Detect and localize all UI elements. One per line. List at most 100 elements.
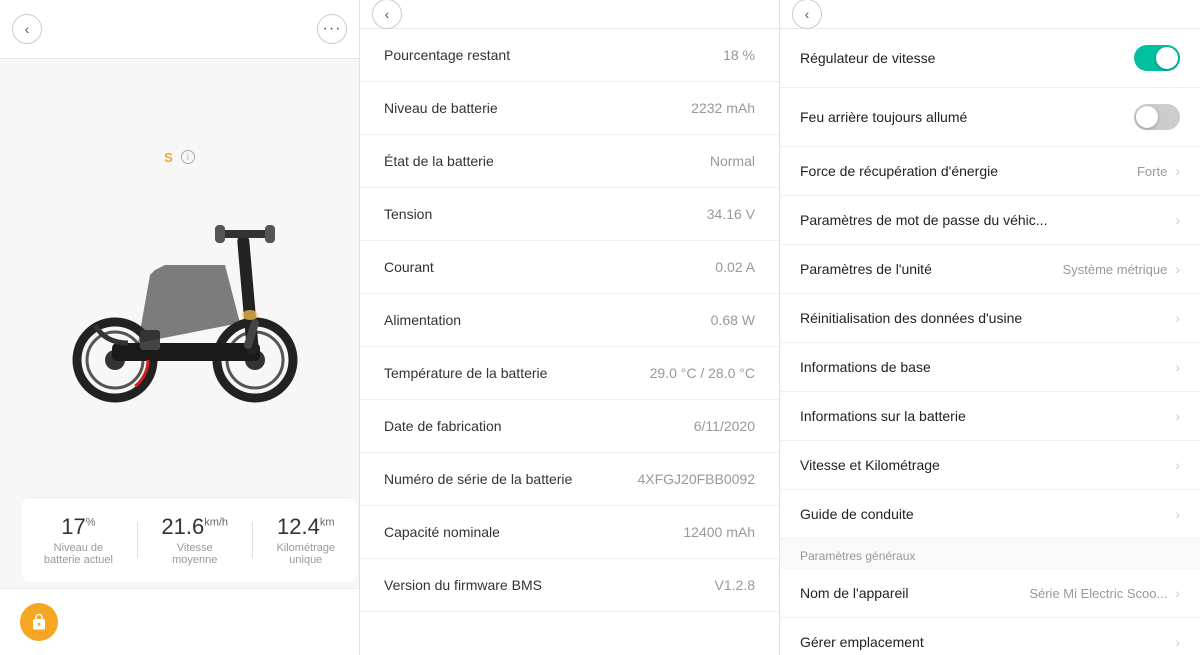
- battery-row-label: Niveau de batterie: [384, 100, 498, 116]
- battery-row-value: 2232 mAh: [691, 100, 755, 116]
- battery-row-label: Date de fabrication: [384, 418, 502, 434]
- battery-row-value: 29.0 °C / 28.0 °C: [650, 365, 755, 381]
- chevron-icon-3: ›: [1175, 212, 1180, 228]
- setting-row[interactable]: Feu arrière toujours allumé: [780, 88, 1200, 147]
- setting-right-5: ›: [1175, 310, 1180, 326]
- lock-icon: [20, 603, 58, 641]
- stat-km-unit: km: [320, 517, 335, 529]
- battery-row-value: 0.02 A: [715, 259, 755, 275]
- chevron-icon-8: ›: [1175, 457, 1180, 473]
- chevron-icon-4: ›: [1175, 261, 1180, 277]
- battery-row: Capacité nominale 12400 mAh: [360, 506, 779, 559]
- setting-row[interactable]: Force de récupération d'énergie Forte ›: [780, 147, 1200, 196]
- battery-info-list: Pourcentage restant 18 % Niveau de batte…: [360, 29, 779, 655]
- battery-row: Version du firmware BMS V1.2.8: [360, 559, 779, 612]
- chevron-icon-2: ›: [1175, 163, 1180, 179]
- scooter-display-area: S i: [0, 59, 359, 491]
- setting-row[interactable]: Réinitialisation des données d'usine ›: [780, 294, 1200, 343]
- battery-row-label: Numéro de série de la batterie: [384, 471, 572, 487]
- setting-right-2: Forte ›: [1137, 163, 1180, 179]
- battery-row-label: Capacité nominale: [384, 524, 500, 540]
- lock-bar[interactable]: [0, 588, 359, 655]
- battery-row-value: Normal: [710, 153, 755, 169]
- stat-battery-label: Niveau debatterie actuel: [44, 542, 113, 566]
- stat-battery-unit: %: [86, 517, 96, 529]
- battery-row: Pourcentage restant 18 %: [360, 29, 779, 82]
- general-setting-right-0: Série Mi Electric Scoo... ›: [1029, 585, 1180, 601]
- setting-label-1: Feu arrière toujours allumé: [800, 109, 1134, 125]
- battery-row-value: 4XFGJ20FBB0092: [637, 471, 755, 487]
- setting-row[interactable]: Informations sur la batterie ›: [780, 392, 1200, 441]
- setting-label-5: Réinitialisation des données d'usine: [800, 310, 1175, 326]
- setting-value-2: Forte: [1137, 164, 1167, 179]
- battery-row-value: 18 %: [723, 47, 755, 63]
- mode-sport-icon: S: [164, 150, 173, 165]
- setting-row[interactable]: Informations de base ›: [780, 343, 1200, 392]
- stat-divider-2: [252, 522, 253, 558]
- panel-scooter: ‹ ··· S i: [0, 0, 360, 655]
- battery-row-value: 6/11/2020: [694, 418, 755, 434]
- general-setting-right-1: ›: [1175, 634, 1180, 650]
- back-button-right[interactable]: ‹: [792, 0, 822, 29]
- battery-row-label: Pourcentage restant: [384, 47, 510, 63]
- setting-label-4: Paramètres de l'unité: [800, 261, 1063, 277]
- toggle-thumb-0: [1156, 47, 1178, 69]
- setting-row[interactable]: Guide de conduite ›: [780, 490, 1200, 539]
- battery-row-value: V1.2.8: [715, 577, 755, 593]
- battery-row: Niveau de batterie 2232 mAh: [360, 82, 779, 135]
- stat-km: 12.4km Kilométrageunique: [276, 514, 335, 566]
- setting-right-6: ›: [1175, 359, 1180, 375]
- setting-label-9: Guide de conduite: [800, 506, 1175, 522]
- battery-row-label: Courant: [384, 259, 434, 275]
- setting-row[interactable]: Régulateur de vitesse: [780, 29, 1200, 88]
- stat-speed-label: Vitessemoyenne: [172, 542, 217, 566]
- settings-list: Régulateur de vitesse Feu arrière toujou…: [780, 29, 1200, 655]
- info-icon[interactable]: i: [181, 150, 195, 164]
- setting-label-0: Régulateur de vitesse: [800, 50, 1134, 66]
- stat-speed-unit: km/h: [204, 517, 228, 529]
- toggle-1[interactable]: [1134, 104, 1180, 130]
- setting-label-3: Paramètres de mot de passe du véhic...: [800, 212, 1175, 228]
- chevron-icon-9: ›: [1175, 506, 1180, 522]
- battery-row-value: 12400 mAh: [683, 524, 755, 540]
- setting-label-2: Force de récupération d'énergie: [800, 163, 1137, 179]
- stat-battery-value: 17%: [61, 514, 95, 540]
- setting-row[interactable]: Paramètres de l'unité Système métrique ›: [780, 245, 1200, 294]
- back-button-left[interactable]: ‹: [12, 14, 42, 44]
- battery-row-label: Température de la batterie: [384, 365, 547, 381]
- toggle-thumb-1: [1136, 106, 1158, 128]
- setting-row[interactable]: Vitesse et Kilométrage ›: [780, 441, 1200, 490]
- battery-row-label: Alimentation: [384, 312, 461, 328]
- chevron-icon-7: ›: [1175, 408, 1180, 424]
- stats-row: 17% Niveau debatterie actuel 21.6km/h Vi…: [22, 497, 357, 582]
- settings-section-header: Paramètres généraux: [780, 539, 1200, 569]
- general-setting-row[interactable]: Nom de l'appareil Série Mi Electric Scoo…: [780, 569, 1200, 618]
- scooter-image: [50, 175, 310, 405]
- general-chevron-icon-1: ›: [1175, 634, 1180, 650]
- general-setting-row[interactable]: Gérer emplacement ›: [780, 618, 1200, 655]
- battery-row-label: Tension: [384, 206, 432, 222]
- battery-row: Courant 0.02 A: [360, 241, 779, 294]
- setting-right-3: ›: [1175, 212, 1180, 228]
- setting-label-8: Vitesse et Kilométrage: [800, 457, 1175, 473]
- back-button-mid[interactable]: ‹: [372, 0, 402, 29]
- battery-row: Température de la batterie 29.0 °C / 28.…: [360, 347, 779, 400]
- general-setting-value-0: Série Mi Electric Scoo...: [1029, 586, 1167, 601]
- stat-km-value: 12.4km: [277, 514, 335, 540]
- panel-mid-header: ‹: [360, 0, 779, 29]
- setting-row[interactable]: Paramètres de mot de passe du véhic... ›: [780, 196, 1200, 245]
- general-setting-label-1: Gérer emplacement: [800, 634, 1175, 650]
- setting-right-8: ›: [1175, 457, 1180, 473]
- mode-label: S i: [164, 150, 195, 165]
- general-chevron-icon-0: ›: [1175, 585, 1180, 601]
- setting-value-4: Système métrique: [1063, 262, 1168, 277]
- toggle-0[interactable]: [1134, 45, 1180, 71]
- setting-right-9: ›: [1175, 506, 1180, 522]
- chevron-icon-5: ›: [1175, 310, 1180, 326]
- battery-row: État de la batterie Normal: [360, 135, 779, 188]
- more-button[interactable]: ···: [317, 14, 347, 44]
- stat-speed-value: 21.6km/h: [161, 514, 228, 540]
- chevron-icon-6: ›: [1175, 359, 1180, 375]
- stat-speed: 21.6km/h Vitessemoyenne: [161, 514, 228, 566]
- battery-row: Date de fabrication 6/11/2020: [360, 400, 779, 453]
